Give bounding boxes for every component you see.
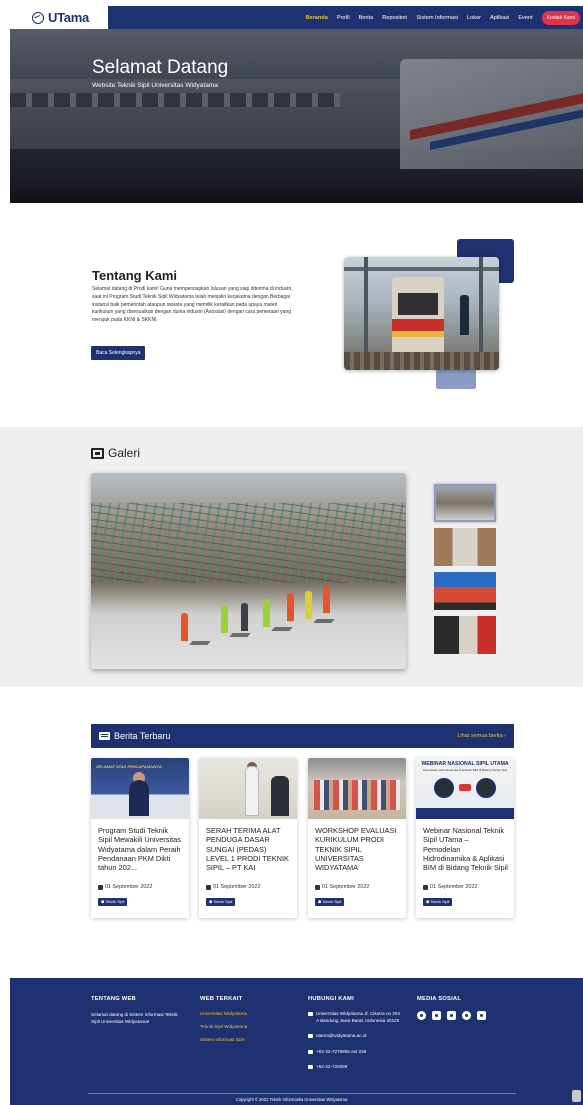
hero-banner: Selamat Datang Website Teknik Sipil Univ… — [10, 29, 583, 203]
nav-item-berita[interactable]: Berita — [359, 15, 374, 21]
footer-about: TENTANG WEB Selamat datang di Sistem Inf… — [91, 996, 181, 1025]
map-icon — [308, 1012, 313, 1016]
about-train-photo — [344, 257, 499, 370]
hero-subtitle: Website Teknik Sipil Universitas Widyata… — [92, 82, 218, 89]
news-card[interactable]: SELAMAT ATAS PENCAPAIANNYA Program Studi… — [91, 758, 189, 918]
envelope-icon — [308, 1034, 313, 1038]
about-text: Selamat datang di Prodi kami! Guna mempe… — [92, 286, 293, 324]
footer-divider — [88, 1093, 516, 1094]
calendar-icon — [423, 884, 428, 890]
nav-item-event[interactable]: Event — [518, 15, 532, 21]
newspaper-icon — [99, 732, 110, 740]
calendar-icon — [315, 884, 320, 890]
footer-social: MEDIA SOSIAL — [417, 996, 507, 1020]
footer-heading: WEB TERKAIT — [200, 996, 243, 1002]
news-card-image — [308, 758, 406, 819]
nav-item-loker[interactable]: Loker — [467, 15, 481, 21]
nav-item-profil[interactable]: Profil — [337, 15, 350, 21]
gallery-thumbnail[interactable] — [434, 616, 496, 654]
footer-link-universitas[interactable]: Universitas Widyatama — [200, 1011, 290, 1016]
images-icon — [91, 447, 104, 459]
news-card-tag[interactable]: ⬢ Teknik Sipil — [315, 897, 345, 906]
footer-contact: HUBUNGI KAMI Universitas Widyatama Jl. C… — [308, 996, 400, 1080]
footer-email[interactable]: utama@widyatama.ac.id — [308, 1033, 400, 1040]
fax-icon — [308, 1065, 313, 1069]
news-card[interactable]: WORKSHOP EVALUASI KURIKULUM PRODI TEKNIK… — [308, 758, 406, 918]
news-card-date: 01 September 2022 — [206, 884, 297, 890]
footer-copyright: Copyright © 2022 Teknik Informatika Univ… — [235, 1097, 348, 1102]
nav-item-repositori[interactable]: Repositori — [382, 15, 407, 21]
news-card-title[interactable]: Webinar Nasional Teknik Sipil UTama – Pe… — [423, 826, 508, 880]
utama-logo-icon — [32, 11, 44, 24]
footer-heading: TENTANG WEB — [91, 996, 136, 1002]
read-more-button[interactable]: Baca Selengkapnya — [91, 346, 146, 360]
news-card[interactable]: SERAH TERIMA ALAT PENDUGA DASAR SUNGAI (… — [199, 758, 297, 918]
footer-heading: HUBUNGI KAMI — [308, 996, 354, 1002]
news-header: Berita Terbaru Lihat semua berita › — [91, 724, 514, 748]
nav-item-beranda[interactable]: Beranda — [305, 15, 327, 21]
news-card-date: 01 September 2022 — [423, 884, 514, 890]
about-title: Tentang Kami — [92, 268, 177, 283]
hero-title: Selamat Datang — [92, 57, 229, 78]
footer-links: WEB TERKAIT Universitas Widyatama Teknik… — [200, 996, 290, 1050]
footer-phone[interactable]: +62-22-7275855 ext 228 — [308, 1049, 400, 1056]
news-card-date: 01 September 2022 — [315, 884, 406, 890]
gallery-thumbnail[interactable] — [434, 484, 496, 522]
footer-link-sistem-informasi[interactable]: Sistem Informasi SDA — [200, 1037, 290, 1042]
scroll-to-top-button[interactable] — [572, 1090, 581, 1102]
news-card-image: WEBINAR NASIONAL SIPIL UTAMA Pemodelan H… — [416, 758, 514, 819]
footer-address: Universitas Widyatama Jl. Cikutra no 204… — [308, 1011, 400, 1024]
news-card-title[interactable]: WORKSHOP EVALUASI KURIKULUM PRODI TEKNIK… — [315, 826, 400, 880]
news-card[interactable]: WEBINAR NASIONAL SIPIL UTAMA Pemodelan H… — [416, 758, 514, 918]
gallery-main-image[interactable] — [91, 473, 406, 669]
news-card-tag[interactable]: ⬢ Teknik Sipil — [423, 897, 453, 906]
footer-link-teknik-sipil[interactable]: Teknik Sipil Widyatama — [200, 1024, 290, 1029]
linkedin-icon[interactable] — [447, 1011, 456, 1020]
gallery-title: Galeri — [108, 446, 141, 460]
nav-menu: Beranda Profil Berita Repositori Sistem … — [305, 10, 583, 25]
nav-item-sistem-informasi[interactable]: Sistem Informasi — [416, 15, 458, 21]
news-card-date: 01 September 2022 — [98, 884, 189, 890]
calendar-icon — [98, 884, 103, 890]
gallery-thumbnail[interactable] — [434, 528, 496, 566]
calendar-icon — [206, 884, 211, 890]
footer-fax: +62-22-720299 — [308, 1064, 400, 1071]
news-card-image: SELAMAT ATAS PENCAPAIANNYA — [91, 758, 189, 819]
news-card-tag[interactable]: ⬢ Teknik Sipil — [206, 897, 236, 906]
contact-button[interactable]: Kontak Kami — [541, 10, 580, 25]
footer-heading: MEDIA SOSIAL — [417, 996, 462, 1002]
brand-logo[interactable]: UTama — [10, 6, 108, 29]
phone-icon — [308, 1049, 313, 1054]
footer-about-text: Selamat datang di Sistem Informasi Tekni… — [91, 1012, 178, 1024]
brand-name: UTama — [48, 10, 89, 25]
gallery-thumbnails — [434, 484, 496, 660]
twitter-icon[interactable] — [432, 1011, 441, 1020]
news-title: Berita Terbaru — [114, 731, 171, 741]
news-card-title[interactable]: Program Studi Teknik Sipil Mewakili Univ… — [98, 826, 183, 880]
news-card-image — [199, 758, 297, 819]
news-card-title[interactable]: SERAH TERIMA ALAT PENDUGA DASAR SUNGAI (… — [206, 826, 291, 880]
youtube-icon[interactable] — [477, 1011, 486, 1020]
see-all-news-link[interactable]: Lihat semua berita › — [457, 733, 506, 739]
instagram-icon[interactable] — [462, 1011, 471, 1020]
news-card-tag[interactable]: ⬢ Teknik Sipil — [98, 897, 128, 906]
top-navbar: UTama Beranda Profil Berita Repositori S… — [10, 6, 583, 29]
gallery-header: Galeri — [91, 446, 140, 460]
facebook-icon[interactable] — [417, 1011, 426, 1020]
nav-item-aplikasi[interactable]: Aplikasi — [490, 15, 509, 21]
gallery-thumbnail[interactable] — [434, 572, 496, 610]
